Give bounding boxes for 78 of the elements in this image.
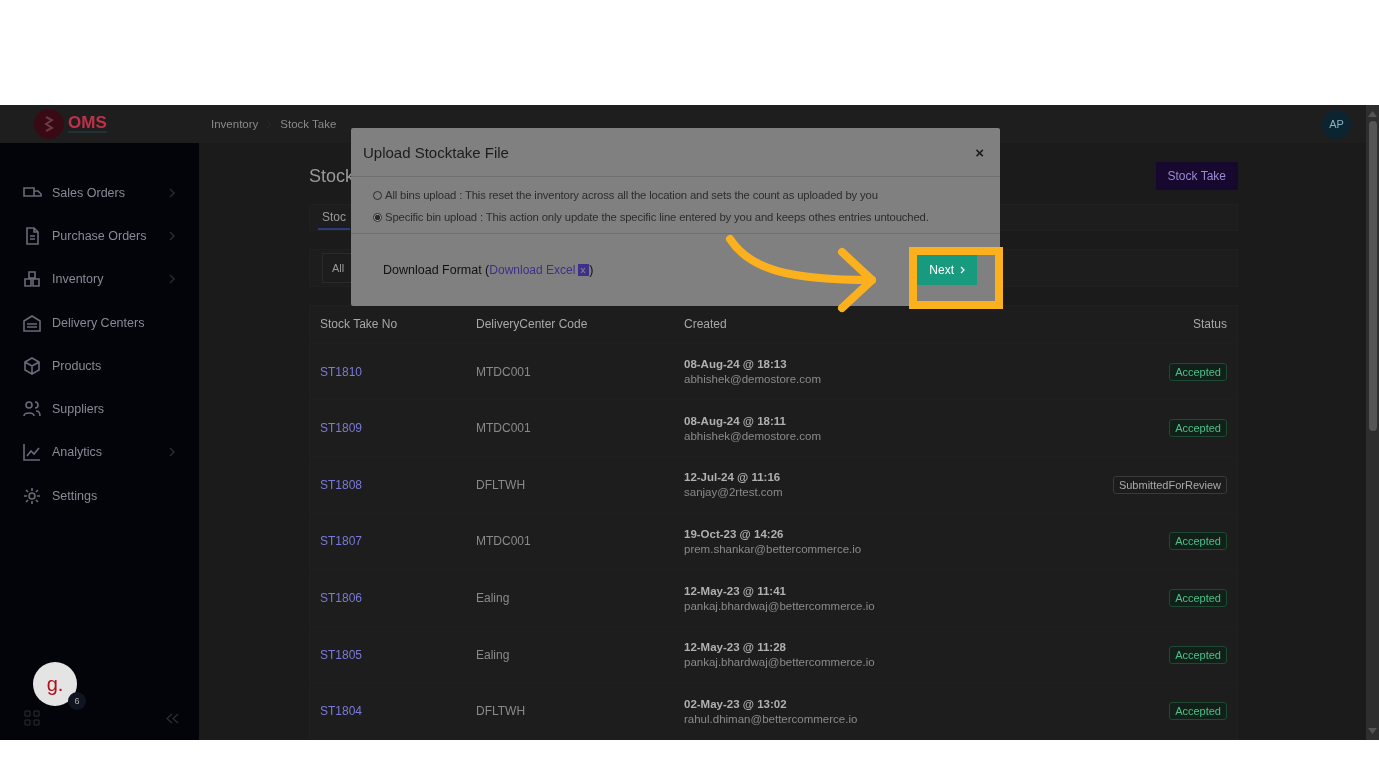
table-cell: DFLTWH xyxy=(476,477,526,492)
stock-take-link[interactable]: ST1809 xyxy=(320,421,363,436)
table-cell: MTDC001 xyxy=(476,364,531,379)
column-header: Status xyxy=(1192,317,1227,332)
table-cell: MTDC001 xyxy=(476,421,531,436)
stock-take-link[interactable]: ST1806 xyxy=(320,591,363,605)
option-label: Specific bin upload : This action only update the specific line entered by you and keeps othes entries untouched. xyxy=(385,211,929,223)
excel-file-icon xyxy=(578,264,590,276)
table-cell: DFLTWH xyxy=(476,704,526,719)
radio-button[interactable] xyxy=(373,212,382,222)
scrollbar[interactable] xyxy=(1366,105,1379,740)
chevron-right-icon xyxy=(169,447,175,458)
sidebar-item[interactable]: Analytics xyxy=(0,430,199,475)
status-tag: SubmittedForReview xyxy=(1112,475,1227,494)
chevron-right-icon xyxy=(169,187,175,198)
sidebar-item[interactable]: Suppliers xyxy=(0,387,199,431)
table-cell: MTDC001 xyxy=(476,534,531,549)
stock-take-link[interactable]: ST1808 xyxy=(320,477,363,492)
breadcrumb-link[interactable]: Stock Take xyxy=(280,118,337,130)
stock-take-link[interactable]: ST1804 xyxy=(320,704,363,719)
scroll-up-icon[interactable] xyxy=(1368,111,1377,117)
sidebar-item[interactable]: Delivery Centers xyxy=(0,300,199,345)
created-by: rahul.dhiman@bettercommerce.io xyxy=(684,712,859,725)
created-by: pankaj.bhardwaj@bettercommerce.io xyxy=(684,599,876,612)
logo-mark-icon xyxy=(34,109,64,139)
logo-text: OMS xyxy=(68,115,107,133)
created-by: pankaj.bhardwaj@bettercommerce.io xyxy=(684,656,876,669)
sidebar-item[interactable]: Purchase Orders xyxy=(0,214,199,258)
scroll-down-icon[interactable] xyxy=(1368,728,1377,734)
created-by: abhishek@demostore.com xyxy=(684,373,822,386)
created-date: 12-Jul-24 @ 11:16 xyxy=(684,471,782,484)
stock-take-link[interactable]: ST1807 xyxy=(320,534,363,549)
created-by: prem.shankar@bettercommerce.io xyxy=(684,542,863,555)
stock-take-button[interactable]: Stock Take xyxy=(1155,162,1238,190)
user-avatar[interactable]: AP xyxy=(1322,109,1351,139)
chevron-right-icon xyxy=(169,230,175,241)
sidebar-item[interactable]: Sales Orders xyxy=(0,171,199,215)
table-cell: Ealing xyxy=(476,591,510,605)
closing-parenthesis: ) xyxy=(589,263,594,277)
created-date: 12-May-23 @ 11:41 xyxy=(684,584,787,597)
status-tag: Accepted xyxy=(1169,362,1227,381)
created-by: sanjay@2rtest.com xyxy=(684,486,784,499)
notification-count: 6 xyxy=(68,692,86,710)
stock-take-link[interactable]: ST1805 xyxy=(320,647,363,662)
warehouse-icon xyxy=(22,312,42,333)
created-date: 02-May-23 @ 13:02 xyxy=(684,697,788,710)
cube-icon xyxy=(22,355,42,376)
created-date: 12-May-23 @ 11:28 xyxy=(684,641,787,654)
stock-take-link[interactable]: ST1810 xyxy=(320,364,363,379)
status-tag: Accepted xyxy=(1169,702,1227,721)
status-tag: Accepted xyxy=(1169,419,1227,438)
created-date: 08-Aug-24 @ 18:13 xyxy=(684,358,788,371)
sidebar-item[interactable]: Products xyxy=(0,344,199,388)
chevron-right-icon xyxy=(960,266,965,274)
column-header: DeliveryCenter Code xyxy=(476,317,589,332)
created-date: 08-Aug-24 @ 18:11 xyxy=(684,414,787,427)
grid-icon[interactable] xyxy=(24,710,40,726)
status-tag: Accepted xyxy=(1169,532,1227,551)
created-by: abhishek@demostore.com xyxy=(684,429,822,442)
sidebar-item[interactable]: Inventory xyxy=(0,257,199,301)
status-tag: Accepted xyxy=(1169,589,1227,607)
column-header: Created xyxy=(684,317,728,332)
collapse-icon[interactable] xyxy=(166,712,179,724)
download-format-label: Download Format ( xyxy=(383,263,490,277)
sidebar-item[interactable]: Settings xyxy=(0,474,199,518)
chevron-right-icon xyxy=(169,274,175,285)
dialog-title: Upload Stocktake File xyxy=(363,143,509,161)
option-label: All bins upload : This reset the inventory across all the location and sets the count as uploaded by you xyxy=(385,189,878,201)
column-header: Stock Take No xyxy=(320,317,399,332)
next-button[interactable]: Next xyxy=(917,255,977,285)
settings-icon xyxy=(22,485,42,506)
close-button[interactable]: × xyxy=(971,143,988,161)
status-tag: Accepted xyxy=(1169,645,1227,664)
boxes-icon xyxy=(22,269,42,290)
table-cell: Ealing xyxy=(476,647,510,662)
breadcrumb-link[interactable]: Inventory xyxy=(211,118,259,130)
created-date: 19-Oct-23 @ 14:26 xyxy=(684,527,785,540)
chart-icon xyxy=(22,442,42,463)
